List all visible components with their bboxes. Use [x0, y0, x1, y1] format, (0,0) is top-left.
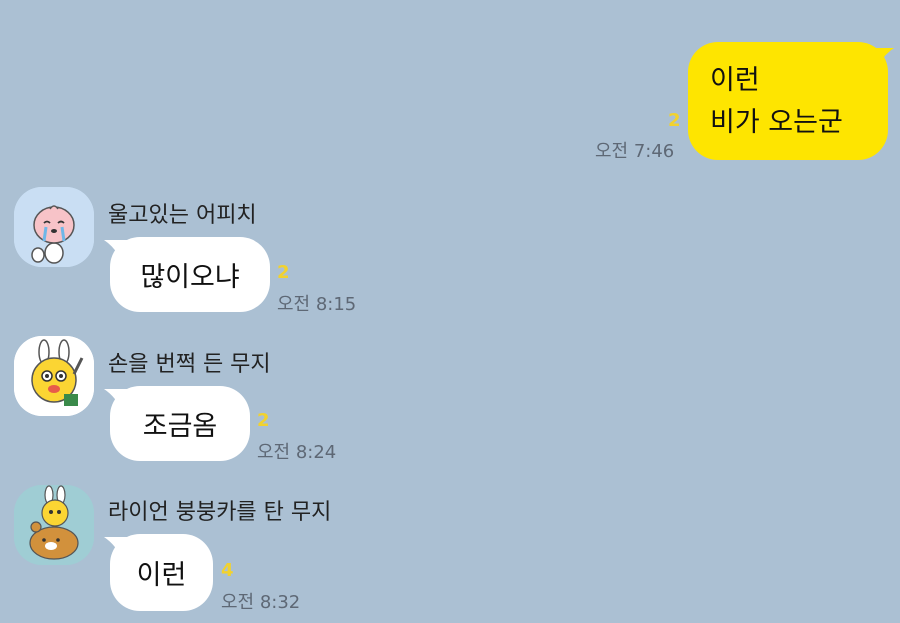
message-bubble[interactable]: 조금옴 [110, 386, 250, 461]
outgoing-bubble[interactable]: 이런 비가 오는군 [688, 42, 888, 160]
unread-count: 4 [221, 560, 234, 581]
message-bubble[interactable]: 이런 [110, 534, 213, 611]
muzi-riding-ryan-icon[interactable] [14, 485, 94, 565]
unread-count: 2 [277, 262, 290, 283]
outgoing-line-1: 이런 [710, 65, 760, 96]
sender-name: 손을 번쩍 든 무지 [108, 352, 271, 377]
message-time: 오전 8:15 [277, 294, 357, 315]
unread-count: 2 [257, 410, 270, 431]
crying-apeach-icon[interactable] [14, 187, 94, 267]
message-time: 오전 7:46 [595, 141, 675, 162]
message-time: 오전 8:32 [221, 592, 301, 613]
message-time: 오전 8:24 [257, 442, 337, 463]
muzi-raising-hand-icon[interactable] [14, 336, 94, 416]
sender-name: 라이언 붕붕카를 탄 무지 [108, 500, 332, 525]
message-bubble[interactable]: 많이오냐 [110, 237, 270, 312]
outgoing-line-2: 비가 오는군 [710, 107, 843, 138]
sender-name: 울고있는 어피치 [108, 203, 257, 228]
unread-count: 2 [668, 110, 681, 131]
